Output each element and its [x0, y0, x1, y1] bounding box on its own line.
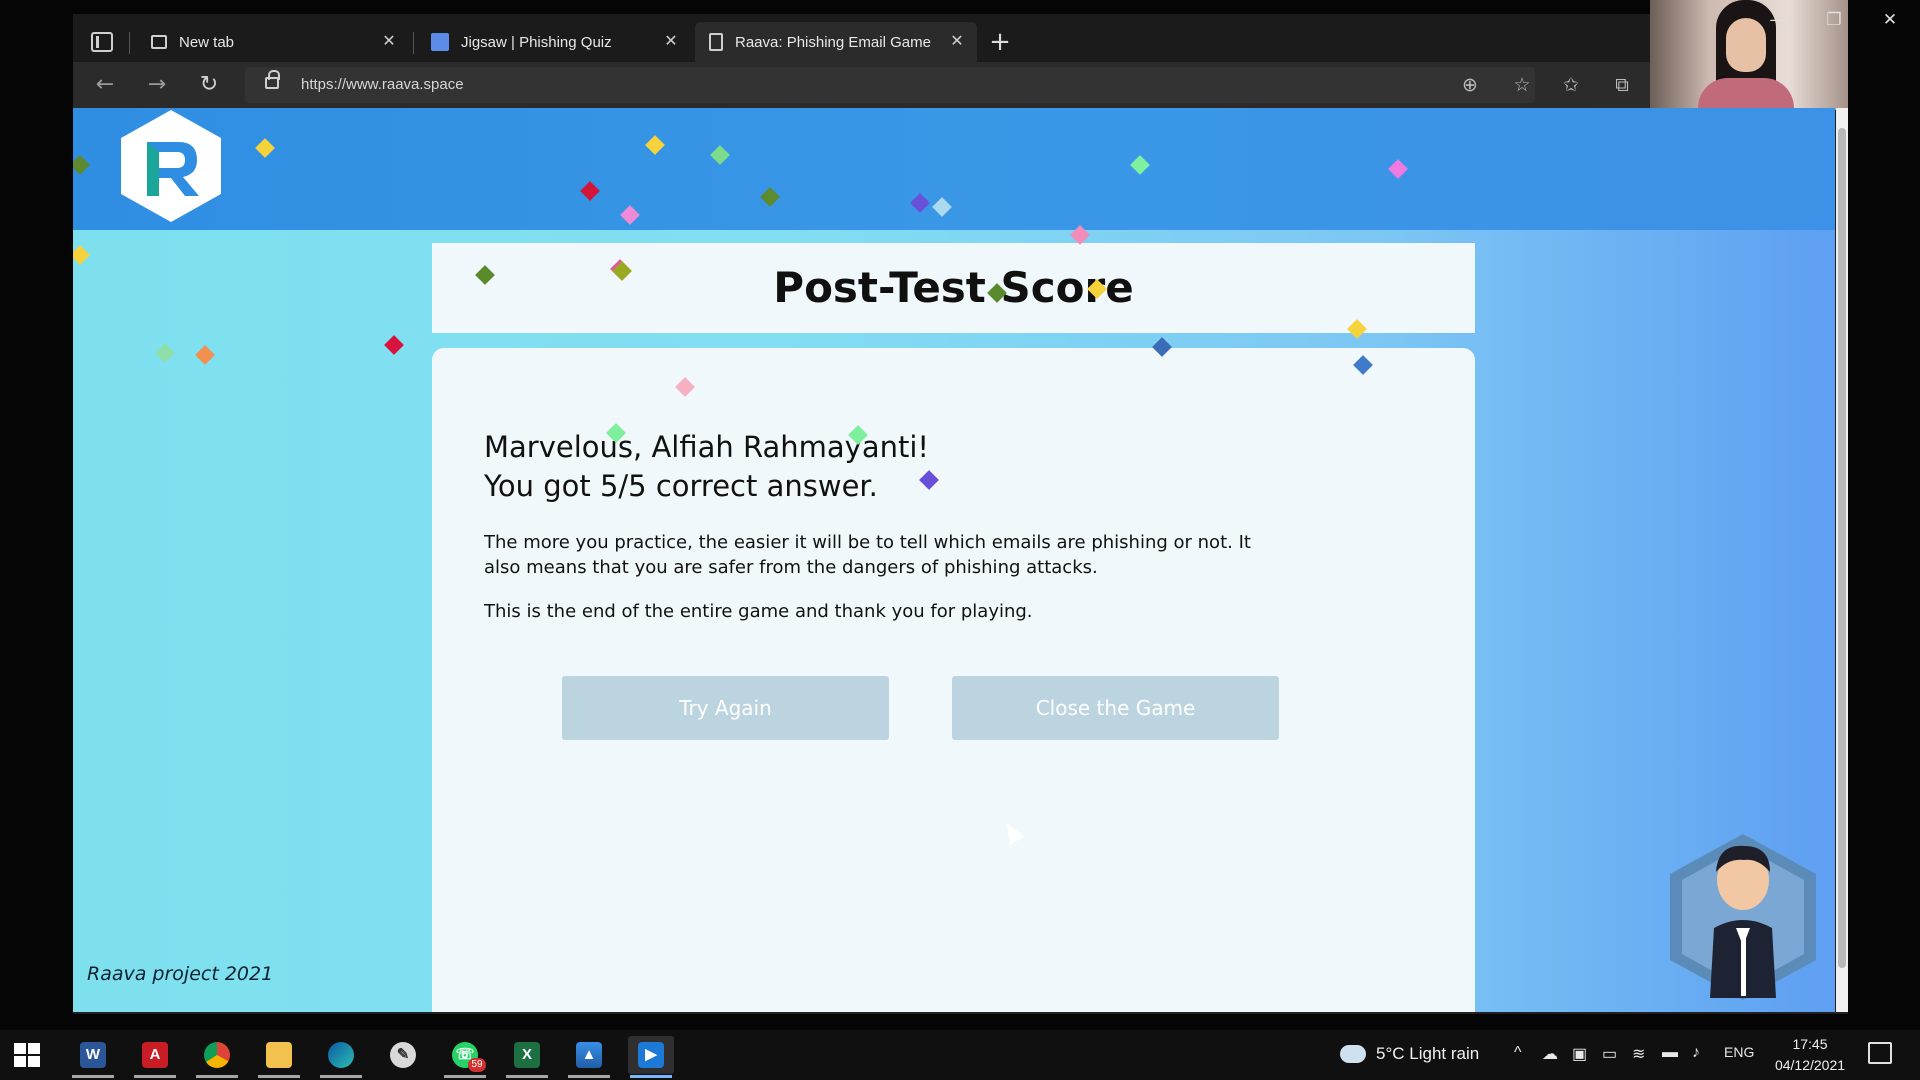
weather-text: 5°C Light rain [1376, 1044, 1480, 1063]
chrome-icon [204, 1042, 230, 1068]
taskbar-whatsapp[interactable]: ☏ 59 [442, 1036, 488, 1078]
forward-icon[interactable]: → [141, 70, 173, 100]
tab-separator [413, 32, 414, 54]
cloud-rain-icon [1340, 1045, 1366, 1063]
minimize-icon[interactable]: — [1758, 6, 1798, 34]
web-page: Post-Test Score Marvelous, Alfiah Rahmay… [73, 108, 1835, 1012]
tab-title: New tab [179, 33, 235, 51]
confetti-piece [195, 345, 215, 365]
close-game-button[interactable]: Close the Game [952, 676, 1279, 740]
tab-actions-icon[interactable] [91, 32, 113, 52]
taskbar-chrome[interactable] [194, 1036, 240, 1078]
desktop-screen: New tab ✕ Jigsaw | Phishing Quiz ✕ Raava… [0, 0, 1920, 1080]
score-card: Marvelous, Alfiah Rahmayanti! You got 5/… [432, 348, 1475, 1012]
palette-icon: ✎ [390, 1042, 416, 1068]
confetti-piece [73, 245, 90, 265]
raava-logo [121, 110, 221, 222]
tab-new-tab[interactable]: New tab ✕ [139, 22, 409, 62]
clock-time: 17:45 [1792, 1036, 1828, 1052]
tab-raava-game[interactable]: Raava: Phishing Email Game ✕ [695, 22, 977, 62]
confetti-piece [384, 335, 404, 355]
jigsaw-favicon [431, 33, 449, 51]
notification-badge: 59 [468, 1058, 486, 1072]
footer-credit: Raava project 2021 [87, 963, 274, 985]
scrollbar-thumb[interactable] [1838, 128, 1846, 968]
add-favorite-icon[interactable]: ☆ [1507, 70, 1537, 100]
advice-text: The more you practice, the easier it wil… [484, 532, 1251, 578]
windows-taskbar: W A ✎ ☏ 59 X ▲ ▶ 5°C Light rain ^ ☁ ▣ ▭ … [0, 1030, 1920, 1080]
meet-icon[interactable]: ▣ [1572, 1044, 1587, 1064]
confetti-piece [155, 343, 175, 363]
mascot-avatar[interactable] [1658, 828, 1828, 1008]
restore-icon[interactable]: ❐ [1814, 6, 1854, 34]
page-title: Post-Test Score [773, 263, 1134, 312]
volume-icon[interactable]: ♪ [1692, 1044, 1700, 1062]
favorites-icon[interactable]: ✩ [1556, 70, 1586, 100]
taskbar-photos[interactable]: ▲ [566, 1036, 612, 1078]
notification-center-icon[interactable] [1868, 1042, 1892, 1064]
page-scrollbar[interactable] [1836, 108, 1848, 1012]
try-again-button[interactable]: Try Again [562, 676, 889, 740]
url-text: https://www.raava.space [301, 76, 464, 93]
window-controls: — ❐ ✕ [1750, 0, 1920, 40]
tab-separator [129, 32, 130, 54]
weather-widget[interactable]: 5°C Light rain [1340, 1044, 1479, 1064]
tab-jigsaw-quiz[interactable]: Jigsaw | Phishing Quiz ✕ [417, 22, 691, 62]
taskbar-paint[interactable]: ✎ [380, 1036, 426, 1074]
score-line: You got 5/5 correct answer. [484, 469, 878, 503]
clock[interactable]: 17:45 04/12/2021 [1770, 1034, 1850, 1076]
taskbar-excel[interactable]: X [504, 1036, 550, 1078]
excel-icon: X [514, 1042, 540, 1068]
lock-icon[interactable] [265, 70, 280, 89]
browser-toolbar: ← → ↻ https://www.raava.space ⊕ ☆ ✩ ⧉ [73, 62, 1650, 108]
page-header [73, 108, 1835, 230]
refresh-icon[interactable]: ↻ [193, 70, 225, 100]
word-icon: W [80, 1042, 106, 1068]
language-indicator[interactable]: ENG [1724, 1044, 1754, 1060]
chevron-up-icon[interactable]: ^ [1514, 1044, 1522, 1062]
document-icon [709, 33, 723, 51]
taskbar-edge[interactable] [318, 1036, 364, 1078]
tab-title: Jigsaw | Phishing Quiz [461, 33, 612, 51]
wifi-icon[interactable]: ≋ [1632, 1044, 1645, 1064]
new-tab-page-icon [151, 35, 167, 49]
taskbar-file-explorer[interactable] [256, 1036, 302, 1078]
onedrive-icon[interactable]: ☁ [1542, 1044, 1558, 1064]
zoom-icon[interactable]: ⊕ [1455, 70, 1485, 100]
closing-text: This is the end of the entire game and t… [484, 601, 1033, 622]
tab-strip: New tab ✕ Jigsaw | Phishing Quiz ✕ Raava… [73, 14, 1650, 62]
clock-date: 04/12/2021 [1774, 1057, 1846, 1073]
windows-start-icon[interactable] [12, 1040, 42, 1070]
taskbar-acrobat[interactable]: A [132, 1036, 178, 1078]
photos-icon: ▲ [576, 1042, 602, 1068]
back-icon[interactable]: ← [89, 70, 121, 100]
title-card: Post-Test Score [432, 243, 1475, 333]
folder-icon [266, 1042, 292, 1068]
edge-icon [328, 1042, 354, 1068]
close-icon[interactable]: ✕ [379, 32, 399, 52]
new-tab-button[interactable]: + [985, 28, 1015, 58]
media-player-icon: ▶ [638, 1042, 664, 1068]
close-icon[interactable]: ✕ [661, 32, 681, 52]
close-window-icon[interactable]: ✕ [1870, 6, 1910, 34]
acrobat-icon: A [142, 1042, 168, 1068]
collections-icon[interactable]: ⧉ [1607, 70, 1637, 100]
close-icon[interactable]: ✕ [947, 32, 967, 52]
display-icon[interactable]: ▭ [1602, 1044, 1617, 1064]
address-bar[interactable]: https://www.raava.space [245, 67, 1535, 103]
tab-title: Raava: Phishing Email Game [735, 33, 931, 51]
taskbar-media-player[interactable]: ▶ [628, 1036, 674, 1078]
taskbar-word[interactable]: W [70, 1036, 116, 1078]
battery-icon[interactable]: ▬ [1662, 1044, 1678, 1062]
